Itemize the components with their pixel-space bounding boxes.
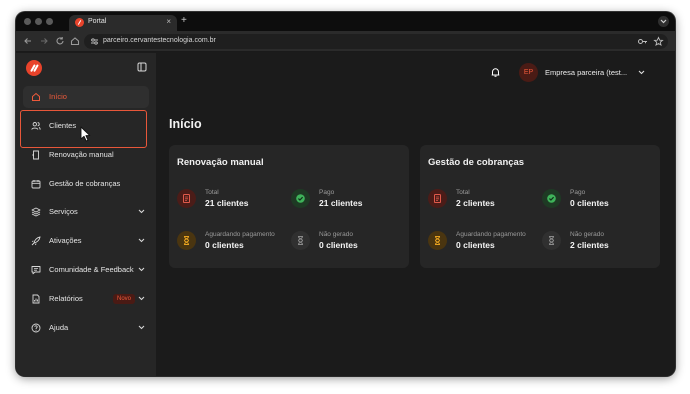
- stat-label: Total: [456, 189, 470, 196]
- tab-search-button[interactable]: [658, 16, 669, 27]
- renew-icon: [32, 150, 39, 160]
- stat-label: Pago: [319, 189, 335, 196]
- browser-toolbar: parceiro.cervantestecnologia.com.br: [16, 31, 675, 52]
- chevron-down-icon: [138, 296, 145, 301]
- page-title: Início: [169, 117, 202, 131]
- stat-value: 0 clientes: [319, 240, 358, 250]
- stat-value: 0 clientes: [570, 198, 609, 208]
- new-badge: Novo: [113, 294, 136, 304]
- stat-label: Aguardando pagamento: [456, 231, 526, 238]
- chevron-down-icon[interactable]: [638, 70, 645, 75]
- renovacao-manual-card: Renovação manual Total 21 clientes Pago …: [169, 145, 409, 268]
- tab-close-button[interactable]: ×: [166, 17, 171, 27]
- hourglass-icon: [177, 231, 196, 250]
- site-settings-icon[interactable]: [89, 36, 100, 47]
- sidebar-item-label: Gestão de cobranças: [49, 179, 121, 188]
- forward-icon[interactable]: [38, 35, 50, 47]
- browser-tab[interactable]: Portal ×: [69, 15, 177, 31]
- sidebar-item-servicos[interactable]: Serviços: [23, 201, 149, 223]
- stat-label: Não gerado: [570, 231, 604, 238]
- sidebar-collapse-icon[interactable]: [137, 62, 147, 72]
- sidebar-item-inicio[interactable]: Início: [23, 86, 149, 108]
- chevron-down-icon: [138, 325, 145, 330]
- chat-icon: [31, 266, 41, 275]
- card-title: Gestão de cobranças: [428, 157, 525, 168]
- tab-strip: Portal × +: [16, 12, 675, 31]
- reload-icon[interactable]: [54, 35, 66, 47]
- mouse-cursor-icon: [80, 126, 91, 142]
- stat-label: Aguardando pagamento: [205, 231, 275, 238]
- chevron-down-icon: [138, 209, 145, 214]
- sidebar-item-comunidade-feedback[interactable]: Comunidade & Feedback: [23, 259, 149, 281]
- home-button-icon[interactable]: [69, 35, 81, 47]
- sidebar-item-relatorios[interactable]: Relatórios Novo: [23, 288, 149, 310]
- stat-label: Não gerado: [319, 231, 353, 238]
- chevron-down-icon: [138, 267, 145, 272]
- hourglass-off-icon: [291, 231, 310, 250]
- sidebar-item-label: Início: [49, 92, 67, 101]
- maximize-window-button[interactable]: [46, 18, 53, 25]
- sidebar-item-ajuda[interactable]: Ajuda: [23, 317, 149, 339]
- hourglass-off-icon: [542, 231, 561, 250]
- tab-title: Portal: [88, 18, 107, 25]
- logo-icon[interactable]: [26, 60, 42, 76]
- browser-window: Portal × + parceiro.cervantestecnologia.…: [16, 12, 675, 376]
- sidebar-item-label: Ajuda: [49, 323, 69, 332]
- card-title: Renovação manual: [177, 157, 264, 168]
- sidebar-item-label: Renovação manual: [49, 150, 114, 159]
- url-text: parceiro.cervantestecnologia.com.br: [103, 37, 216, 44]
- document-icon: [177, 189, 196, 208]
- billing-icon: [31, 180, 41, 189]
- address-bar[interactable]: parceiro.cervantestecnologia.com.br: [84, 34, 668, 49]
- sidebar-item-label: Serviços: [49, 207, 78, 216]
- sidebar-item-label: Ativações: [49, 236, 82, 245]
- check-icon: [542, 189, 561, 208]
- user-name[interactable]: Empresa parceira (test...: [545, 68, 627, 77]
- avatar[interactable]: EP: [519, 63, 538, 82]
- sidebar: Início Clientes Renovação manual Gestão …: [16, 53, 156, 376]
- sidebar-item-ativacoes[interactable]: Ativações: [23, 230, 149, 252]
- document-icon: [428, 189, 447, 208]
- gestao-de-cobrancas-card: Gestão de cobranças Total 2 clientes Pag…: [420, 145, 660, 268]
- rocket-icon: [31, 236, 41, 246]
- sidebar-item-label: Relatórios: [49, 294, 83, 303]
- chevron-down-icon: [138, 238, 145, 243]
- home-icon: [32, 92, 40, 101]
- stat-value: 2 clientes: [456, 198, 495, 208]
- stat-value: 2 clientes: [570, 240, 609, 250]
- check-icon: [291, 189, 310, 208]
- help-icon: [31, 323, 41, 333]
- bookmark-star-icon[interactable]: [653, 36, 664, 47]
- new-tab-button[interactable]: +: [181, 15, 187, 27]
- stat-value: 21 clientes: [205, 198, 249, 208]
- stat-label: Total: [205, 189, 219, 196]
- reports-icon: [32, 294, 40, 304]
- back-icon[interactable]: [22, 35, 34, 47]
- minimize-window-button[interactable]: [35, 18, 42, 25]
- stat-value: 21 clientes: [319, 198, 363, 208]
- sidebar-item-label: Comunidade & Feedback: [49, 265, 134, 274]
- stat-value: 0 clientes: [456, 240, 495, 250]
- close-window-button[interactable]: [24, 18, 31, 25]
- chevron-down-icon: [660, 19, 667, 24]
- services-icon: [31, 207, 41, 217]
- key-icon[interactable]: [637, 36, 648, 47]
- app: Início Clientes Renovação manual Gestão …: [16, 53, 675, 376]
- sidebar-item-gestao-de-cobrancas[interactable]: Gestão de cobranças: [23, 173, 149, 195]
- stat-value: 0 clientes: [205, 240, 244, 250]
- favicon-icon: [75, 18, 84, 27]
- stat-label: Pago: [570, 189, 586, 196]
- hourglass-icon: [428, 231, 447, 250]
- bell-icon[interactable]: [490, 67, 501, 78]
